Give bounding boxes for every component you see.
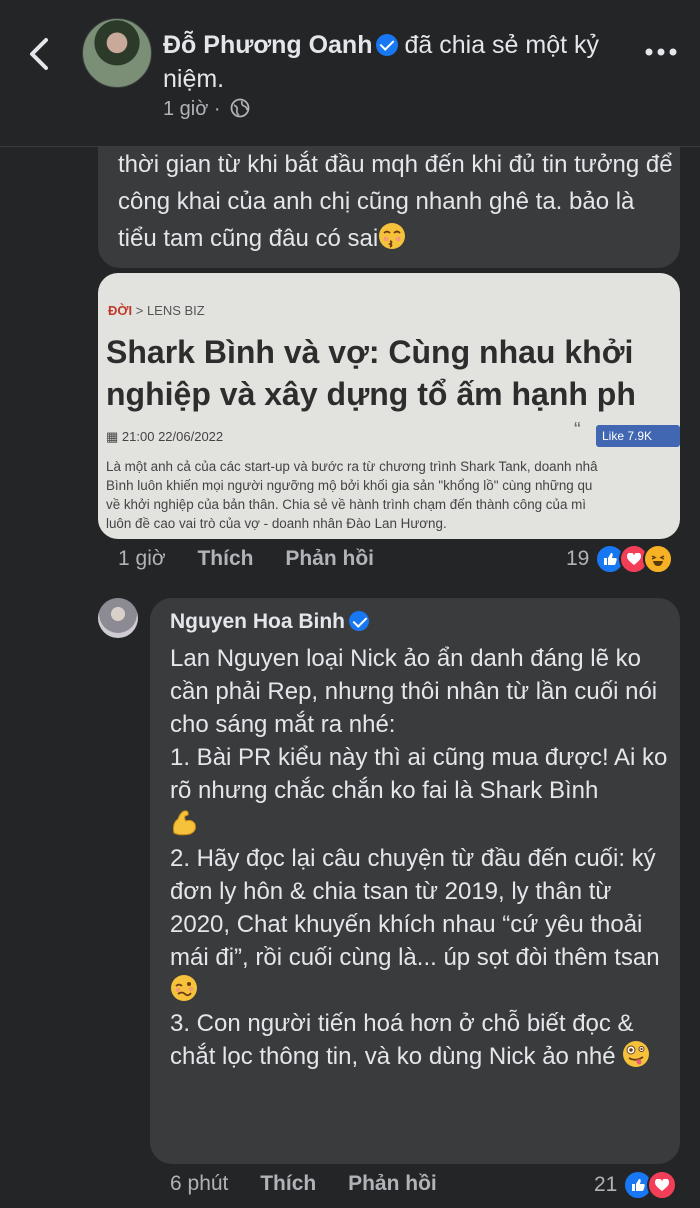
article-breadcrumb: ĐỜI > LENS BIZ bbox=[108, 303, 205, 318]
reply-paragraph-wrap: 2. Hãy đọc lại câu chuyện từ đầu đến cuố… bbox=[170, 842, 675, 1007]
back-arrow-icon[interactable] bbox=[22, 32, 58, 76]
flexed-biceps-emoji-icon bbox=[173, 810, 196, 836]
reaction-count: 21 bbox=[594, 1173, 618, 1196]
reply-paragraph: 2. Hãy đọc lại câu chuyện từ đầu đến cuố… bbox=[170, 845, 660, 971]
globe-icon bbox=[230, 98, 250, 118]
reply-author-avatar[interactable] bbox=[98, 598, 138, 638]
article-like-button: Like 7.9K bbox=[596, 425, 680, 447]
author-avatar[interactable] bbox=[82, 18, 152, 88]
reply-paragraph-wrap: 3. Con người tiến hoá hơn ở chỗ biết đọc… bbox=[170, 1007, 675, 1073]
reply-time[interactable]: 6 phút bbox=[170, 1172, 228, 1195]
zany-face-emoji-icon bbox=[623, 1041, 650, 1067]
reply-author-name[interactable]: Nguyen Hoa Binh bbox=[170, 610, 345, 633]
article-title-line: Shark Bình và vợ: Cùng nhau khởi bbox=[106, 334, 634, 370]
article-body-line: luôn đề cao vai trò của vợ - doanh nhân … bbox=[106, 516, 447, 531]
love-icon bbox=[647, 1170, 678, 1200]
reply-action-button[interactable]: Phản hồi bbox=[348, 1172, 437, 1195]
article-date-text: 21:00 22/06/2022 bbox=[121, 429, 224, 444]
comment-time[interactable]: 1 giờ bbox=[118, 547, 166, 570]
article-section: ĐỜI bbox=[108, 303, 133, 318]
woozy-face-emoji-icon bbox=[171, 975, 197, 1001]
kissing-face-emoji-icon bbox=[379, 223, 406, 249]
breadcrumb-separator: > bbox=[135, 303, 144, 318]
comment-attached-image[interactable]: ĐỜI > LENS BIZ Shark Bình và vợ: Cùng nh… bbox=[98, 273, 680, 539]
reply-action-button[interactable]: Phản hồi bbox=[285, 547, 374, 570]
more-options-icon[interactable] bbox=[644, 40, 678, 64]
post-header: Đỗ Phương Oanh đã chia sẻ một kỷ niệm. 1 … bbox=[0, 0, 700, 147]
reply-actions: 6 phút Thích Phản hồi bbox=[170, 1172, 463, 1196]
reply-paragraph: Lan Nguyen loại Nick ảo ẩn danh đáng lẽ … bbox=[170, 645, 658, 738]
author-name[interactable]: Đỗ Phương Oanh bbox=[163, 31, 372, 59]
reply-author-line: Nguyen Hoa Binh bbox=[170, 610, 375, 634]
article-like-text: Like 7.9K bbox=[602, 429, 653, 443]
verified-badge-icon bbox=[376, 34, 399, 56]
article-title-line: nghiệp và xây dựng tổ ấm hạnh ph bbox=[106, 376, 636, 412]
calendar-icon: ▦ bbox=[106, 429, 119, 444]
article-subsection: LENS BIZ bbox=[146, 303, 205, 318]
verified-badge-icon bbox=[349, 611, 370, 631]
reply-text: Lan Nguyen loại Nick ảo ẩn danh đáng lẽ … bbox=[170, 642, 675, 1073]
comment-text-wrap: thời gian từ khi bắt đầu mqh đến khi đủ … bbox=[118, 146, 678, 257]
like-action-button[interactable]: Thích bbox=[197, 547, 253, 570]
article-body: Là một anh cả của các start-up và bước r… bbox=[106, 457, 680, 533]
comment-reactions[interactable]: 19 bbox=[566, 544, 674, 574]
haha-icon bbox=[643, 544, 674, 574]
post-time[interactable]: 1 giờ bbox=[163, 98, 208, 120]
reply-paragraph-wrap: 1. Bài PR kiểu này thì ai cũng mua được!… bbox=[170, 741, 675, 842]
quote-icon: “ bbox=[574, 419, 581, 441]
article-body-line: Bình luôn khiến mọi người ngưỡng mộ bởi … bbox=[106, 478, 593, 493]
article-title: Shark Bình và vợ: Cùng nhau khởi nghiệp … bbox=[106, 331, 680, 415]
reaction-count: 19 bbox=[566, 547, 590, 570]
reply-paragraph: 1. Bài PR kiểu này thì ai cũng mua được!… bbox=[170, 744, 668, 804]
like-action-button[interactable]: Thích bbox=[260, 1172, 316, 1195]
article-body-line: Là một anh cả của các start-up và bước r… bbox=[106, 459, 598, 474]
article-date: ▦ 21:00 22/06/2022 bbox=[106, 429, 223, 445]
reply-bubble[interactable]: Nguyen Hoa Binh Lan Nguyen loại Nick ảo … bbox=[150, 598, 680, 1164]
reply-paragraph: 3. Con người tiến hoá hơn ở chỗ biết đọc… bbox=[170, 1010, 634, 1070]
comment-bubble[interactable]: thời gian từ khi bắt đầu mqh đến khi đủ … bbox=[98, 146, 680, 268]
post-headline: Đỗ Phương Oanh đã chia sẻ một kỷ niệm. bbox=[163, 28, 623, 96]
article-body-line: về khởi nghiệp của bản thân. Chia sẻ về … bbox=[106, 497, 586, 512]
post-meta: 1 giờ · bbox=[163, 98, 250, 121]
reply-reactions[interactable]: 21 bbox=[594, 1170, 678, 1200]
comment-actions: 1 giờ Thích Phản hồi bbox=[118, 547, 400, 571]
